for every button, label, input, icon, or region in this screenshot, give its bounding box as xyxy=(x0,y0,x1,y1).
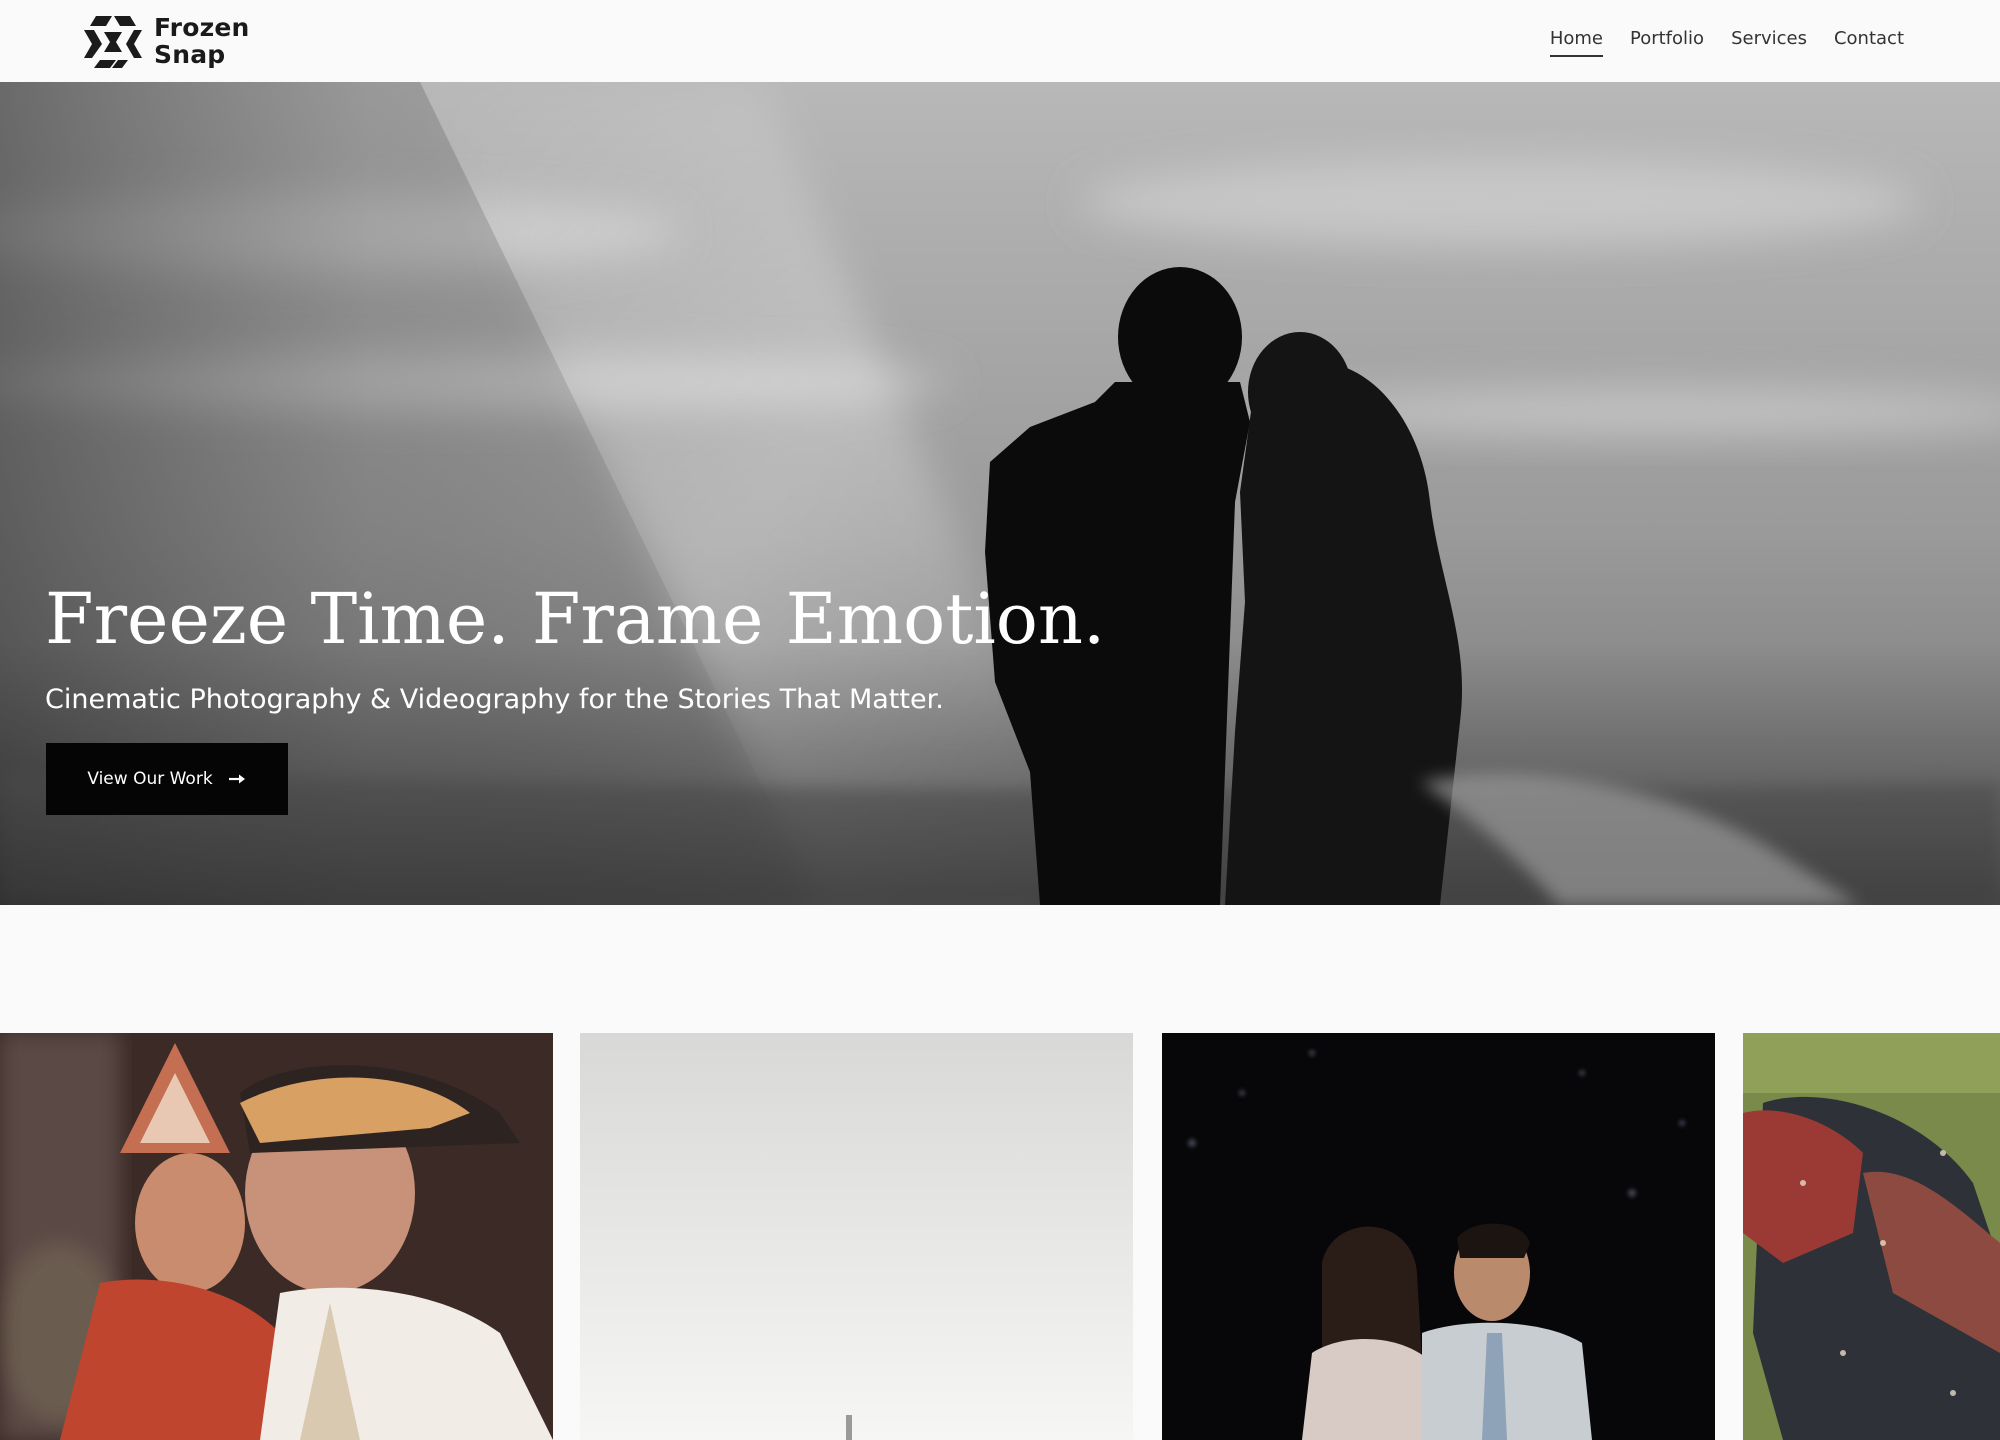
misty-landscape-photo xyxy=(580,1033,1133,1440)
nav-services[interactable]: Services xyxy=(1731,28,1807,57)
brand-logo[interactable]: Frozen Snap xyxy=(82,14,252,70)
gallery-photo-2[interactable] xyxy=(580,1033,1133,1440)
hero-section: Freeze Time. Frame Emotion. Cinematic Ph… xyxy=(0,82,2000,905)
brand-name: Frozen Snap xyxy=(154,14,250,68)
site-header: Frozen Snap Home Portfolio Services Cont… xyxy=(0,0,2000,83)
main-nav: Home Portfolio Services Contact xyxy=(1523,28,1904,57)
man-on-grass-photo xyxy=(1743,1033,2000,1440)
nav-contact[interactable]: Contact xyxy=(1834,28,1904,57)
gallery-photo-1[interactable] xyxy=(0,1033,553,1440)
night-couple-photo xyxy=(1162,1033,1715,1440)
brand-name-line2: Snap xyxy=(154,40,226,69)
hero-subtitle: Cinematic Photography & Videography for … xyxy=(45,684,944,715)
gallery-photo-4[interactable] xyxy=(1743,1033,2000,1440)
hero-title: Freeze Time. Frame Emotion. xyxy=(45,578,1106,660)
brand-name-line1: Frozen xyxy=(154,13,250,42)
nav-home[interactable]: Home xyxy=(1549,28,1604,57)
gallery-photo-3[interactable] xyxy=(1162,1033,1715,1440)
arrow-right-icon xyxy=(228,774,245,784)
view-our-work-button[interactable]: View Our Work xyxy=(46,743,288,815)
portfolio-gallery xyxy=(0,1033,2000,1440)
nav-portfolio[interactable]: Portfolio xyxy=(1630,28,1704,57)
wedding-couple-photo xyxy=(0,1033,553,1440)
frozen-snap-logo-icon xyxy=(84,16,142,68)
hero-background-photo xyxy=(0,82,2000,905)
view-our-work-label: View Our Work xyxy=(87,769,213,789)
